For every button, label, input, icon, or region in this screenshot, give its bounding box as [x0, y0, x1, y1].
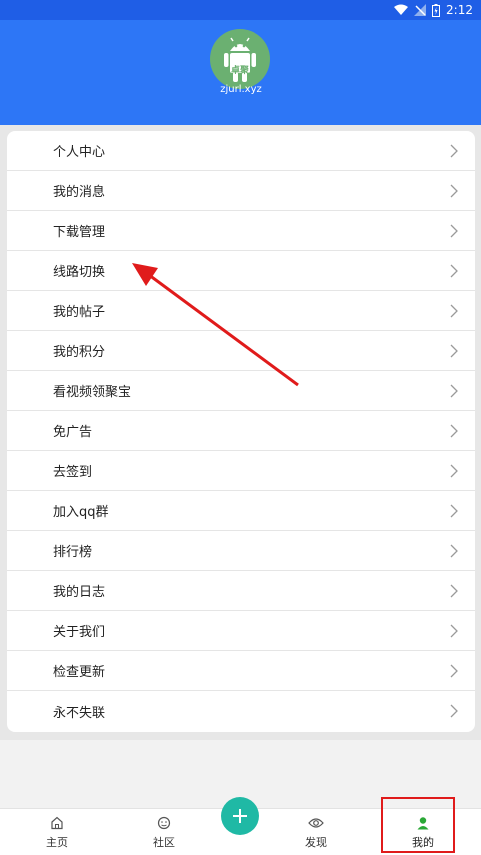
menu-item-my-points[interactable]: 我的积分: [7, 331, 475, 371]
menu-item-download-manager[interactable]: 下载管理: [7, 211, 475, 251]
menu-item-label: 排行榜: [53, 545, 93, 560]
menu-item-label: 下载管理: [53, 225, 106, 240]
menu-item-label: 永不失联: [53, 705, 106, 721]
menu-item-join-qq-group[interactable]: 加入qq群: [7, 491, 475, 531]
menu-item-my-posts[interactable]: 我的帖子: [7, 291, 475, 331]
tab-community[interactable]: 社区: [124, 809, 204, 855]
tab-label: 我的: [412, 835, 434, 849]
eye-icon: [308, 817, 324, 828]
chevron-right-icon: [450, 304, 458, 317]
chevron-right-icon: [450, 224, 458, 237]
chevron-right-icon: [450, 184, 458, 197]
android-icon: [224, 37, 256, 82]
menu-item-label: 检查更新: [53, 665, 106, 680]
status-time: 2:12: [446, 3, 473, 17]
menu-item-label: 免广告: [53, 425, 93, 440]
tab-label: 社区: [153, 835, 175, 849]
add-post-button[interactable]: [221, 797, 259, 835]
menu-item-leaderboard[interactable]: 排行榜: [7, 531, 475, 571]
avatar-url-text: zjurl.xyz: [220, 84, 262, 95]
menu-item-label: 加入qq群: [53, 505, 109, 520]
tab-label: 主页: [46, 835, 68, 849]
menu-item-label: 我的积分: [53, 345, 106, 360]
person-icon: [417, 816, 429, 829]
chevron-right-icon: [450, 384, 458, 397]
menu-item-profile-center[interactable]: 个人中心: [7, 131, 475, 171]
wifi-icon: [394, 4, 409, 15]
chevron-right-icon: [450, 464, 458, 477]
menu-item-label: 看视频领聚宝: [53, 385, 132, 400]
menu-card: 个人中心 我的消息 下载管理 线路切换 我的帖子 我的积分 看视频领聚宝 免广告…: [7, 131, 475, 732]
menu-item-my-messages[interactable]: 我的消息: [7, 171, 475, 211]
chevron-right-icon: [450, 264, 458, 277]
menu-item-never-lose-contact[interactable]: 永不失联: [7, 691, 475, 731]
menu-item-label: 个人中心: [53, 145, 106, 160]
chevron-right-icon: [450, 144, 458, 157]
chevron-right-icon: [450, 704, 458, 718]
menu-item-label: 我的帖子: [53, 305, 106, 320]
menu-item-about-us[interactable]: 关于我们: [7, 611, 475, 651]
avatar[interactable]: 卓聚: [210, 29, 270, 89]
no-signal-icon: [414, 4, 427, 16]
menu-item-label: 线路切换: [53, 265, 106, 280]
avatar-text: 卓聚: [230, 66, 249, 76]
menu-item-no-ads[interactable]: 免广告: [7, 411, 475, 451]
chevron-right-icon: [450, 624, 458, 637]
smile-icon: [157, 816, 171, 829]
chevron-right-icon: [450, 424, 458, 437]
tab-mine[interactable]: 我的: [383, 809, 463, 855]
tab-label: 发现: [305, 835, 327, 849]
chevron-right-icon: [450, 344, 458, 357]
chevron-right-icon: [450, 544, 458, 557]
home-icon: [51, 816, 63, 829]
menu-item-label: 关于我们: [53, 625, 106, 640]
chevron-right-icon: [450, 504, 458, 517]
menu-item-watch-video-reward[interactable]: 看视频领聚宝: [7, 371, 475, 411]
menu-item-label: 我的消息: [53, 185, 106, 200]
menu-item-label: 我的日志: [53, 585, 106, 600]
menu-item-my-log[interactable]: 我的日志: [7, 571, 475, 611]
profile-header: 卓聚 zjurl.xyz: [0, 20, 481, 125]
menu-item-check-update[interactable]: 检查更新: [7, 651, 475, 691]
plus-icon: [233, 809, 247, 823]
tab-discover[interactable]: 发现: [276, 809, 356, 855]
chevron-right-icon: [450, 664, 458, 677]
status-bar: 2:12: [0, 0, 481, 20]
tab-home[interactable]: 主页: [17, 809, 97, 855]
chevron-right-icon: [450, 584, 458, 597]
menu-item-switch-line[interactable]: 线路切换: [7, 251, 475, 291]
menu-item-label: 去签到: [53, 465, 93, 480]
battery-icon: [432, 3, 441, 17]
menu-item-check-in[interactable]: 去签到: [7, 451, 475, 491]
